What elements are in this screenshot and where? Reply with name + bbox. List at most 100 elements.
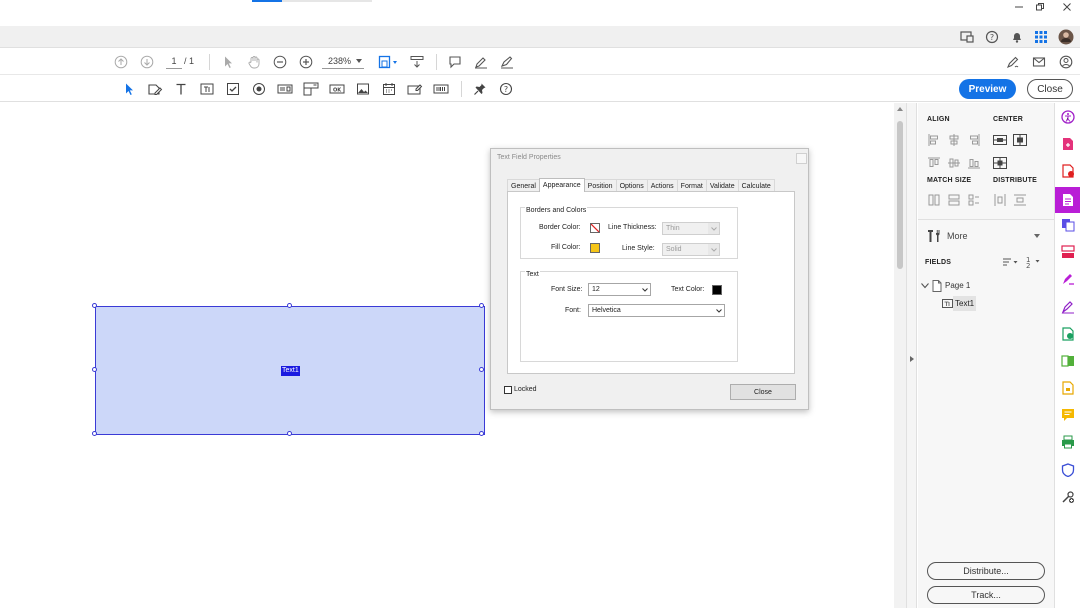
distribute-horizontal-button[interactable] [993,193,1007,207]
add-text-tool[interactable] [172,80,190,98]
distribute-vertical-button[interactable] [1013,193,1027,207]
vertical-scrollbar[interactable] [894,103,906,608]
list-box-tool[interactable] [276,80,294,98]
line-style-select[interactable]: Solid [662,243,720,256]
font-select[interactable]: Helvetica [588,304,725,317]
center-vertical-button[interactable] [993,156,1007,170]
tree-page-item[interactable]: Page 1 [945,281,970,290]
resize-handle-nw[interactable] [92,303,97,308]
hand-tool-button[interactable] [245,53,263,71]
rail-export-pdf-button[interactable] [1059,162,1077,180]
previous-page-button[interactable] [112,53,130,71]
resize-handle-se[interactable] [479,431,484,436]
track-button[interactable]: Track... [927,586,1045,604]
align-bottom-button[interactable] [967,156,981,170]
match-height-button[interactable] [947,193,961,207]
font-size-select[interactable]: 12 [588,283,651,296]
date-field-tool[interactable] [380,80,398,98]
page-number-input[interactable]: 1 [166,54,182,69]
comment-button[interactable] [446,53,464,71]
rail-comment-button[interactable] [1059,406,1077,424]
distribute-button[interactable]: Distribute... [927,562,1045,580]
text-color-swatch[interactable] [712,285,722,295]
resize-handle-n[interactable] [287,303,292,308]
preview-button[interactable]: Preview [959,79,1016,99]
resize-handle-ne[interactable] [479,303,484,308]
account-button[interactable] [1057,53,1075,71]
notifications-button[interactable] [1008,28,1026,46]
more-label[interactable]: More [947,231,968,241]
button-tool[interactable]: OK [328,80,346,98]
tab-appearance[interactable]: Appearance [538,178,585,192]
more-tools-icon[interactable] [926,229,942,243]
dialog-close-button[interactable]: Close [730,384,796,400]
align-center-h-button[interactable] [947,133,961,147]
align-right-button[interactable] [967,133,981,147]
scrollbar-thumb[interactable] [897,121,903,269]
form-select-tool[interactable] [120,80,138,98]
tree-expand-chevron-down-icon[interactable] [921,283,929,289]
rail-compare-button[interactable] [1059,352,1077,370]
fill-sign-button[interactable] [1004,53,1022,71]
close-form-button[interactable]: Close [1027,79,1073,99]
zoom-out-button[interactable] [271,53,289,71]
fill-color-swatch[interactable] [590,243,600,253]
match-width-button[interactable] [927,193,941,207]
rail-prepare-form-button[interactable] [1059,191,1077,209]
restore-button[interactable] [1026,0,1054,14]
rail-request-signatures-button[interactable] [1059,270,1077,288]
dropdown-tool[interactable] [302,80,320,98]
line-thickness-select[interactable]: Thin [662,222,720,235]
border-color-swatch[interactable] [590,223,600,233]
tree-field-item[interactable]: Text1 [953,296,977,311]
rail-stamp-button[interactable] [1059,379,1077,397]
rail-more-tools-button[interactable] [1059,488,1077,506]
radio-button-tool[interactable] [250,80,268,98]
scroll-up-arrow-icon[interactable] [897,107,903,111]
sign-button[interactable] [498,53,516,71]
sort-options-button[interactable] [1003,257,1019,268]
panel-collapse-strip[interactable] [906,103,917,608]
more-chevron-down-icon[interactable] [1034,234,1040,238]
form-help-button[interactable]: ? [497,80,515,98]
email-button[interactable] [1030,53,1048,71]
match-both-button[interactable] [967,193,981,207]
center-both-button[interactable] [1013,133,1027,147]
align-left-button[interactable] [927,133,941,147]
scroll-mode-button[interactable] [408,53,426,71]
image-tool[interactable] [354,80,372,98]
rail-print-production-button[interactable] [1059,433,1077,451]
rail-fill-sign-button[interactable] [1059,298,1077,316]
zoom-in-button[interactable] [297,53,315,71]
sort-order-button[interactable]: 12 [1025,255,1041,268]
apps-button[interactable] [1032,28,1050,46]
locked-checkbox[interactable] [504,386,512,394]
next-page-button[interactable] [138,53,156,71]
resize-handle-e[interactable] [479,367,484,372]
form-edit-tool[interactable] [146,80,164,98]
pin-button[interactable] [471,80,489,98]
rail-protect-button[interactable] [1059,461,1077,479]
align-top-button[interactable] [927,156,941,170]
rail-organize-pages-button[interactable] [1059,243,1077,261]
resize-handle-s[interactable] [287,431,292,436]
resize-handle-sw[interactable] [92,431,97,436]
zoom-level-dropdown[interactable]: 238% [322,54,364,69]
fit-page-button[interactable] [377,53,399,71]
highlight-button[interactable] [472,53,490,71]
digital-signature-tool[interactable] [406,80,424,98]
rail-combine-button[interactable] [1059,216,1077,234]
resize-handle-w[interactable] [92,367,97,372]
checkbox-tool[interactable] [224,80,242,98]
barcode-tool[interactable] [432,80,450,98]
align-middle-button[interactable] [947,156,961,170]
center-horizontal-button[interactable] [993,133,1007,147]
share-screen-button[interactable] [958,28,976,46]
text-field-tool[interactable] [198,80,216,98]
help-button[interactable]: ? [983,28,1001,46]
user-avatar[interactable] [1057,28,1075,46]
rail-accessibility-button[interactable] [1059,108,1077,126]
rail-scan-ocr-button[interactable] [1059,325,1077,343]
select-tool-button[interactable] [219,53,237,71]
dialog-close-x[interactable] [796,153,807,164]
